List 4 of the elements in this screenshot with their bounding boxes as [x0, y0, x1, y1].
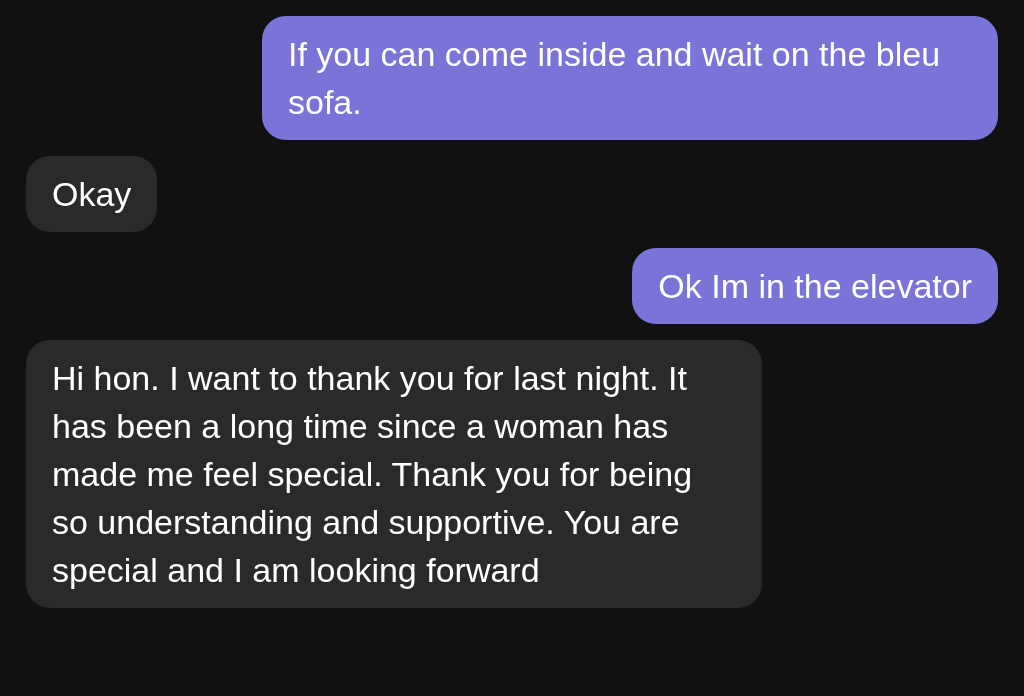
sent-message-bubble: If you can come inside and wait on the bleu sofa. — [262, 16, 998, 140]
received-message-bubble: Hi hon. I want to thank you for last night. It has been a long time since a woman has made me feel special. Thank you for being so understanding and supportive. You are special and I am looking forward — [26, 340, 762, 608]
sent-message-bubble: Ok Im in the elevator — [632, 248, 998, 324]
received-message-bubble: Okay — [26, 156, 158, 232]
